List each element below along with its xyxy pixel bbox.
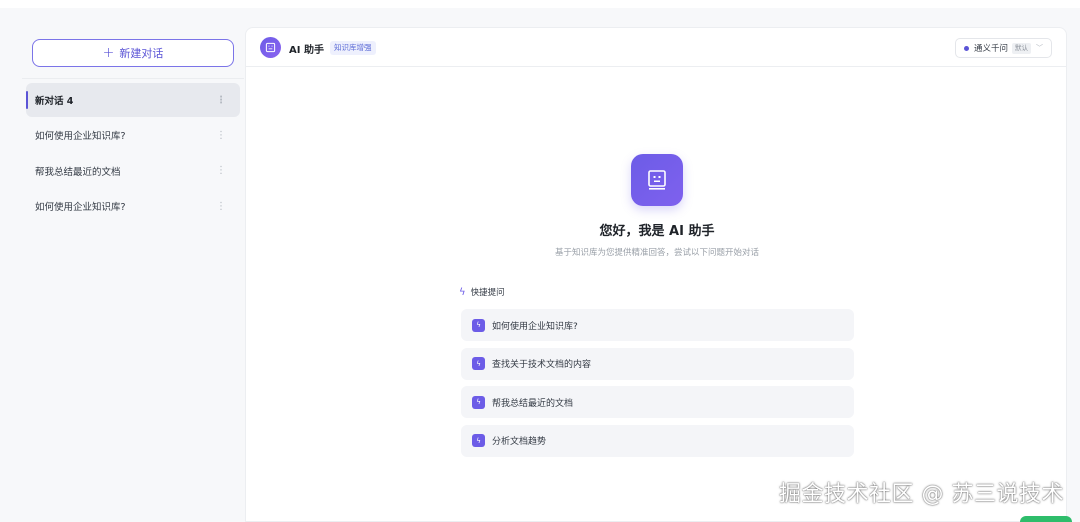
assistant-title: AI 助手 <box>289 45 324 56</box>
knowledge-badge: 知识库增强 <box>330 41 376 55</box>
sidebar-divider <box>22 78 244 79</box>
more-vertical-icon[interactable]: ⋮ <box>216 95 226 106</box>
more-vertical-icon[interactable]: ⋮ <box>216 165 226 176</box>
conversation-item[interactable]: 如何使用企业知识库? ⋮ <box>26 189 240 223</box>
model-default-tag: 默认 <box>1012 42 1031 54</box>
new-chat-label: 新建对话 <box>119 47 164 60</box>
quick-question-text: 分析文档趋势 <box>492 437 547 447</box>
welcome-title: 您好，我是 AI 助手 <box>599 224 715 239</box>
watermark: 掘金技术社区 @ 苏三说技术 <box>779 482 1064 507</box>
welcome-subtitle: 基于知识库为您提供精准回答，尝试以下问题开始对话 <box>554 248 759 258</box>
model-name: 通义千问 <box>973 44 1008 54</box>
lightning-icon: ϟ <box>472 318 485 332</box>
model-status-dot <box>963 45 969 51</box>
floating-action-edge[interactable] <box>1020 516 1072 522</box>
conversation-item[interactable]: 如何使用企业知识库? ⋮ <box>26 118 240 152</box>
model-select[interactable]: 通义千问 默认 ﹀ <box>954 38 1052 58</box>
conversation-item[interactable]: 新对话 4 ⋮ <box>26 83 240 117</box>
conversation-title: 帮我总结最近的文档 <box>35 166 121 178</box>
chat-header: AI 助手 知识库增强 通义千问 默认 ﹀ <box>246 28 1066 67</box>
conversation-title: 新对话 4 <box>35 96 74 107</box>
quick-question-text: 如何使用企业知识库? <box>492 321 578 332</box>
lightning-icon: ϟ <box>472 395 485 409</box>
robot-avatar-icon <box>260 37 281 58</box>
lightning-icon: ϟ <box>472 357 485 370</box>
conversation-list: 新对话 4 ⋮ 如何使用企业知识库? ⋮ 帮我总结最近的文档 ⋮ 如何使用企业知… <box>26 83 240 225</box>
quick-question-list: ϟ 如何使用企业知识库? ϟ 查找关于技术文档的内容 ϟ 帮我总结最近的文档 ϟ… <box>461 309 854 463</box>
conversation-item[interactable]: 帮我总结最近的文档 ⋮ <box>26 154 240 188</box>
chevron-down-icon: ﹀ <box>1036 44 1043 52</box>
quick-questions-label: ϟ 快捷提问 <box>459 286 505 299</box>
quick-question-item[interactable]: ϟ 分析文档趋势 <box>461 424 854 457</box>
quick-question-item[interactable]: ϟ 帮我总结最近的文档 <box>461 386 854 418</box>
lightning-icon: ϟ <box>472 434 485 447</box>
quick-question-item[interactable]: ϟ 查找关于技术文档的内容 <box>461 347 854 380</box>
quick-question-item[interactable]: ϟ 如何使用企业知识库? <box>461 309 854 341</box>
conversation-title: 如何使用企业知识库? <box>35 131 126 143</box>
chat-panel: AI 助手 知识库增强 通义千问 默认 ﹀ 您好，我是 AI 助手 基于知识库为… <box>245 27 1067 522</box>
more-vertical-icon[interactable]: ⋮ <box>216 130 226 141</box>
more-vertical-icon[interactable]: ⋮ <box>216 201 226 212</box>
lightning-icon: ϟ <box>459 286 466 298</box>
sidebar: + 新建对话 新对话 4 ⋮ 如何使用企业知识库? ⋮ 帮我总结最近的文档 ⋮ … <box>22 28 244 522</box>
quick-label-text: 快捷提问 <box>470 288 505 298</box>
plus-icon: + <box>102 45 115 61</box>
conversation-title: 如何使用企业知识库? <box>35 202 126 214</box>
robot-icon <box>631 154 683 206</box>
quick-question-text: 帮我总结最近的文档 <box>492 398 574 409</box>
quick-question-text: 查找关于技术文档的内容 <box>492 360 592 370</box>
top-strip <box>0 0 1080 8</box>
new-chat-button[interactable]: + 新建对话 <box>32 39 234 67</box>
